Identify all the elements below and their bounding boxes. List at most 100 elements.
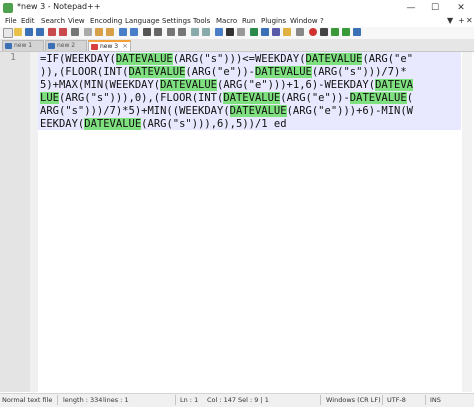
save-all-icon[interactable] (36, 28, 44, 36)
window-title: *new 3 - Notepad++ (17, 2, 101, 11)
run-macro-icon[interactable] (342, 28, 350, 36)
menu-view[interactable]: View (68, 17, 85, 25)
editor[interactable]: 1 =IF(WEEKDAY(DATEVALUE(ARG("s")))<=WEEK… (0, 52, 474, 392)
indent-guide-icon[interactable] (237, 28, 245, 36)
new-file-icon[interactable] (3, 28, 13, 38)
tab-bar: new 1 new 2 new 3 × (0, 39, 474, 52)
redo-icon[interactable] (130, 28, 138, 36)
word-wrap-icon[interactable] (215, 28, 223, 36)
line-number: 1 (10, 52, 17, 63)
maximize-icon[interactable]: ☐ (422, 0, 448, 16)
fold-margin[interactable] (30, 52, 38, 392)
open-icon[interactable] (14, 28, 22, 36)
close-all-icon[interactable] (59, 28, 67, 36)
match-highlight: DATEVALUE (160, 79, 218, 91)
folder-workspace-icon[interactable] (283, 28, 291, 36)
tab-label: new 1 (14, 42, 33, 49)
cut-icon[interactable] (84, 28, 92, 36)
cursor-line: Ln : 1 (180, 396, 199, 404)
print-icon[interactable] (71, 28, 79, 36)
line-number-gutter: 1 (0, 52, 30, 392)
vertical-scrollbar[interactable] (462, 52, 472, 392)
menu-tools[interactable]: Tools (193, 17, 210, 25)
tab-new-1[interactable]: new 1 (2, 40, 44, 51)
menu-plugins[interactable]: Plugins (261, 17, 286, 25)
menu-window[interactable]: Window (290, 17, 318, 25)
tab-close-icon[interactable]: × (122, 42, 128, 50)
code-segment: ARG("s")))/7)*5)+MIN((WEEKDAY( (40, 105, 230, 117)
undo-icon[interactable] (119, 28, 127, 36)
close-icon[interactable] (48, 28, 56, 36)
code-segment: (ARG("e")))+6)-MIN(W (286, 105, 413, 117)
copy-icon[interactable] (95, 28, 103, 36)
status-bar: Normal text file length : 334 lines : 1 … (0, 393, 474, 407)
close-window-icon[interactable]: ✕ (448, 0, 474, 16)
save-macro-icon[interactable] (353, 28, 361, 36)
code-segment: (ARG("s"))),6),5))/1 ed (141, 118, 287, 130)
stop-macro-icon[interactable] (320, 28, 328, 36)
replace-icon[interactable] (154, 28, 162, 36)
encoding[interactable]: UTF-8 (387, 396, 406, 404)
paste-icon[interactable] (106, 28, 114, 36)
doc-lines: lines : 1 (103, 396, 129, 404)
match-highlight: DATEVALUE (223, 92, 281, 104)
match-highlight: DATEVALUE (229, 105, 287, 117)
code-text[interactable]: =IF(WEEKDAY(DATEVALUE(ARG("s")))<=WEEKDA… (40, 53, 413, 131)
code-segment: (ARG("e"))- (185, 66, 255, 78)
close-doc-icon[interactable]: ✕ (466, 16, 473, 25)
eol-format[interactable]: Windows (CR LF) (326, 396, 381, 404)
status-divider (382, 395, 383, 405)
text-area[interactable]: =IF(WEEKDAY(DATEVALUE(ARG("s")))<=WEEKDA… (38, 52, 472, 392)
match-highlight: DATEVALUE (349, 92, 407, 104)
menu-file[interactable]: File (5, 17, 17, 25)
record-macro-icon[interactable] (309, 28, 317, 36)
zoom-in-icon[interactable] (167, 28, 175, 36)
match-highlight: DATEVALUE (128, 66, 186, 78)
monitoring-icon[interactable] (296, 28, 304, 36)
tab-label: new 3 (100, 43, 119, 50)
sync-v-icon[interactable] (191, 28, 199, 36)
insert-mode[interactable]: INS (430, 396, 441, 404)
minimize-icon[interactable]: — (398, 0, 424, 16)
tab-label: new 2 (57, 42, 76, 49)
dropdown-arrow-icon[interactable]: ▼ (447, 16, 453, 25)
code-segment: (ARG("s"))),0),(FLOOR(INT( (58, 92, 224, 104)
save-icon[interactable] (25, 28, 33, 36)
play-macro-icon[interactable] (331, 28, 339, 36)
menu-language[interactable]: Language (125, 17, 160, 25)
code-segment: (ARG("e")))+1,6)-WEEKDAY( (217, 79, 376, 91)
tab-new-2[interactable]: new 2 (45, 40, 87, 51)
menu-run[interactable]: Run (242, 17, 255, 25)
notepadpp-app-icon (3, 3, 13, 13)
menu-help[interactable]: ? (320, 17, 324, 25)
udl-icon[interactable] (250, 28, 258, 36)
zoom-out-icon[interactable] (178, 28, 186, 36)
match-highlight: DATEVALUE (305, 53, 363, 65)
doc-map-icon[interactable] (261, 28, 269, 36)
menu-encoding[interactable]: Encoding (90, 17, 122, 25)
code-segment: (ARG("s")))<=WEEKDAY( (172, 53, 306, 65)
document-icon (48, 43, 55, 49)
menu-search[interactable]: Search (41, 17, 65, 25)
code-segment: (ARG("e" (362, 53, 414, 65)
menu-edit[interactable]: Edit (21, 17, 35, 25)
menu-macro[interactable]: Macro (216, 17, 237, 25)
status-divider (320, 395, 321, 405)
match-highlight: DATEVALUE (254, 66, 312, 78)
menu-settings[interactable]: Settings (162, 17, 191, 25)
match-highlight: DATEVA (375, 79, 413, 91)
function-list-icon[interactable] (272, 28, 280, 36)
code-segment: (ARG("s")))/7)* (311, 66, 407, 78)
show-all-chars-icon[interactable] (226, 28, 234, 36)
toolbar (0, 27, 474, 39)
plus-icon[interactable]: + (458, 16, 465, 25)
menu-bar: File Edit Search View Encoding Language … (0, 16, 474, 27)
sync-h-icon[interactable] (202, 28, 210, 36)
status-divider (425, 395, 426, 405)
code-segment: ( (406, 92, 414, 104)
match-highlight: LUE (40, 92, 59, 104)
selection-info: Sel : 9 | 1 (238, 396, 269, 404)
find-icon[interactable] (143, 28, 151, 36)
doc-type: Normal text file (2, 396, 53, 404)
tab-new-3[interactable]: new 3 × (88, 40, 131, 51)
